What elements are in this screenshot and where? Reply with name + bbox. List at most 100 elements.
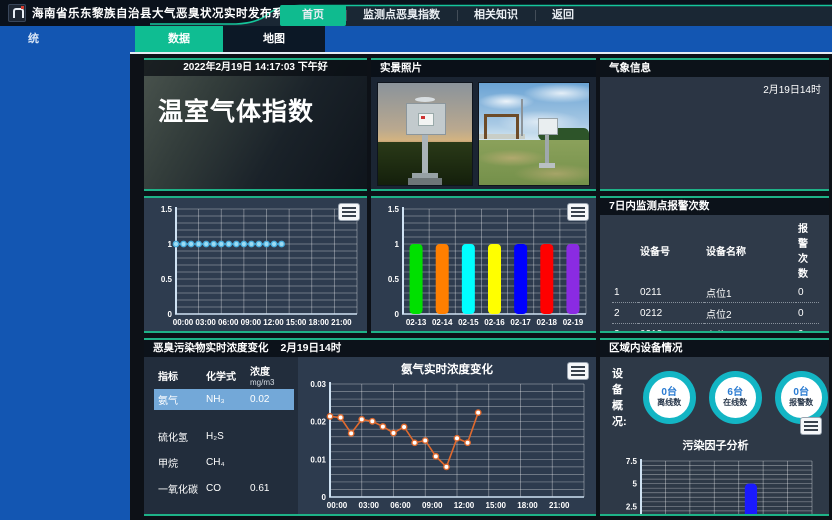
tab-data[interactable]: 数据 bbox=[135, 26, 223, 54]
app-title: 海南省乐东黎族自治县大气恶臭状况实时发布系 bbox=[32, 5, 284, 21]
device-overview-label: 设备概况: bbox=[612, 365, 627, 429]
svg-text:2.5: 2.5 bbox=[626, 502, 638, 511]
chart-toolbox-icon[interactable] bbox=[339, 204, 359, 220]
svg-text:15:00: 15:00 bbox=[286, 318, 307, 327]
svg-text:09:00: 09:00 bbox=[241, 318, 262, 327]
table-row: 20212点位20 bbox=[612, 303, 819, 324]
main-content: 2022年2月19日 14:17:03 下午好 温室气体指数 实景照片 bbox=[130, 54, 832, 520]
online-count-badge: 6台 在线数 bbox=[709, 371, 762, 424]
app-title-wrap: 统 bbox=[28, 26, 39, 52]
photo-mast bbox=[521, 99, 523, 136]
chart-toolbox-icon[interactable] bbox=[568, 363, 588, 379]
greenhouse-line-chart[interactable]: 00:0003:0006:0009:0012:0015:0018:0021:00… bbox=[146, 202, 365, 329]
chart-toolbox-icon[interactable] bbox=[568, 204, 588, 220]
monitor-foundation bbox=[408, 178, 442, 185]
chart-toolbox-icon[interactable] bbox=[801, 418, 821, 434]
svg-text:1: 1 bbox=[168, 240, 173, 249]
concentration-title: 恶臭污染物实时浓度变化 bbox=[153, 340, 269, 357]
alarms-panel: 7日内监测点报警次数 设备号 设备名称 报警次数 10211点位10 20212… bbox=[600, 196, 829, 333]
pollutant-factor-title: 污染因子分析 bbox=[610, 437, 821, 453]
top-navbar: 海南省乐东黎族自治县大气恶臭状况实时发布系 首页 监测点恶臭指数 相关知识 返回 bbox=[0, 0, 832, 26]
svg-text:1.5: 1.5 bbox=[388, 205, 400, 214]
weather-panel-title: 气象信息 bbox=[600, 60, 829, 77]
photo-grass bbox=[479, 140, 589, 185]
app-logo-icon bbox=[8, 4, 26, 22]
svg-text:1: 1 bbox=[395, 240, 400, 249]
alarms-table: 设备号 设备名称 报警次数 10211点位10 20212点位20 30213点… bbox=[612, 217, 819, 333]
svg-text:7.5: 7.5 bbox=[626, 457, 638, 466]
photos-panel-title: 实景照片 bbox=[371, 60, 596, 77]
table-row: 30213点位30 bbox=[612, 324, 819, 334]
svg-text:06:00: 06:00 bbox=[390, 501, 411, 510]
svg-text:02-16: 02-16 bbox=[484, 318, 505, 327]
alarms-header-row: 设备号 设备名称 报警次数 bbox=[612, 217, 819, 282]
concentration-panel: 恶臭污染物实时浓度变化 2月19日14时 指标 化学式 浓度mg/m3 氨气 N… bbox=[144, 338, 596, 516]
svg-text:21:00: 21:00 bbox=[331, 318, 352, 327]
tab-bar: 统 数据 地图 bbox=[0, 26, 832, 54]
device-overview: 设备概况: 0台 离线数 6台 在线数 0台 报警数 bbox=[610, 365, 821, 429]
offline-count-badge: 0台 离线数 bbox=[643, 371, 696, 424]
svg-text:15:00: 15:00 bbox=[486, 501, 507, 510]
photo-scaffold bbox=[484, 114, 519, 139]
pollutant-factor-chart[interactable]: 氨气硫化氢甲烷一氧化碳02.557.5 bbox=[611, 454, 820, 516]
greenhouse-index-title: 温室气体指数 bbox=[144, 76, 367, 128]
tab-map[interactable]: 地图 bbox=[223, 26, 325, 54]
svg-text:0: 0 bbox=[395, 310, 400, 319]
col-device-name: 设备名称 bbox=[704, 217, 796, 282]
concentration-timestamp: 2月19日14时 bbox=[281, 340, 342, 357]
svg-text:21:00: 21:00 bbox=[549, 501, 570, 510]
nav-item-knowledge[interactable]: 相关知识 bbox=[457, 5, 535, 26]
svg-text:02-19: 02-19 bbox=[563, 318, 584, 327]
weather-timestamp: 2月19日14时 bbox=[763, 81, 821, 96]
monitor-pole bbox=[545, 130, 549, 165]
left-sidebar bbox=[0, 54, 130, 520]
site-photo-dusk[interactable] bbox=[377, 82, 473, 186]
pollutant-table-header: 指标 化学式 浓度mg/m3 bbox=[154, 363, 294, 387]
svg-text:0.03: 0.03 bbox=[310, 380, 326, 389]
svg-text:02-13: 02-13 bbox=[406, 318, 427, 327]
col-device-id: 设备号 bbox=[638, 217, 704, 282]
pollutant-row-co[interactable]: 一氧化碳 CO 0.61 bbox=[154, 478, 294, 499]
current-datetime: 2022年2月19日 14:17:03 下午好 bbox=[144, 60, 367, 76]
svg-text:18:00: 18:00 bbox=[309, 318, 330, 327]
svg-text:02-17: 02-17 bbox=[510, 318, 531, 327]
photos-panel: 实景照片 bbox=[371, 58, 596, 191]
svg-text:12:00: 12:00 bbox=[263, 318, 284, 327]
devices-panel-title: 区域内设备情况 bbox=[600, 340, 829, 357]
monitor-cabinet bbox=[538, 118, 558, 135]
svg-text:5: 5 bbox=[633, 480, 638, 489]
nav-item-odor-index[interactable]: 监测点恶臭指数 bbox=[346, 5, 457, 26]
nav-item-back[interactable]: 返回 bbox=[535, 5, 591, 26]
ammonia-line-chart[interactable]: 00:00 03:00 06:00 09:00 12:00 15:00 18:00 21:00… bbox=[300, 377, 592, 512]
weather-panel: 气象信息 2月19日14时 bbox=[600, 58, 829, 191]
svg-text:0.5: 0.5 bbox=[388, 275, 400, 284]
pollutant-row-h2s[interactable]: 硫化氢 H₂S bbox=[154, 426, 294, 447]
monitor-cabinet bbox=[406, 103, 446, 135]
daily-bars-chart-panel: 02-1302-1402-1502-1602-1702-1802-1900.51… bbox=[371, 196, 596, 333]
table-row: 10211点位10 bbox=[612, 282, 819, 303]
svg-text:1.5: 1.5 bbox=[161, 205, 173, 214]
devices-panel: 区域内设备情况 设备概况: 0台 离线数 6台 在线数 0台 报警数 污染因子分… bbox=[600, 338, 829, 516]
col-alarm-count: 报警次数 bbox=[796, 217, 819, 282]
svg-text:18:00: 18:00 bbox=[517, 501, 538, 510]
greenhouse-line-chart-panel: 00:0003:0006:0009:0012:0015:0018:0021:00… bbox=[144, 196, 367, 333]
daily-bars-chart[interactable]: 02-1302-1402-1502-1602-1702-1802-1900.51… bbox=[373, 202, 594, 329]
svg-text:0: 0 bbox=[168, 310, 173, 319]
svg-text:02-14: 02-14 bbox=[432, 318, 453, 327]
pollutant-row-ch4[interactable]: 甲烷 CH₄ bbox=[154, 452, 294, 473]
pollutant-row-nh3[interactable]: 氨气 NH₃ 0.02 bbox=[154, 389, 294, 410]
monitor-base bbox=[539, 163, 555, 168]
svg-text:00:00: 00:00 bbox=[173, 318, 194, 327]
svg-text:00:00: 00:00 bbox=[327, 501, 348, 510]
alarm-count-badge: 0台 报警数 bbox=[775, 371, 828, 424]
svg-text:03:00: 03:00 bbox=[359, 501, 380, 510]
svg-text:0.5: 0.5 bbox=[161, 275, 173, 284]
svg-text:12:00: 12:00 bbox=[454, 501, 475, 510]
greeting-panel: 2022年2月19日 14:17:03 下午好 温室气体指数 bbox=[144, 58, 367, 191]
nav-item-home[interactable]: 首页 bbox=[280, 5, 346, 26]
svg-text:02-15: 02-15 bbox=[458, 318, 479, 327]
svg-text:09:00: 09:00 bbox=[422, 501, 443, 510]
svg-text:03:00: 03:00 bbox=[195, 318, 216, 327]
pollutant-table: 指标 化学式 浓度mg/m3 氨气 NH₃ 0.02 硫化氢 H₂S 甲烷 CH… bbox=[144, 357, 298, 514]
site-photo-field[interactable] bbox=[478, 82, 590, 186]
